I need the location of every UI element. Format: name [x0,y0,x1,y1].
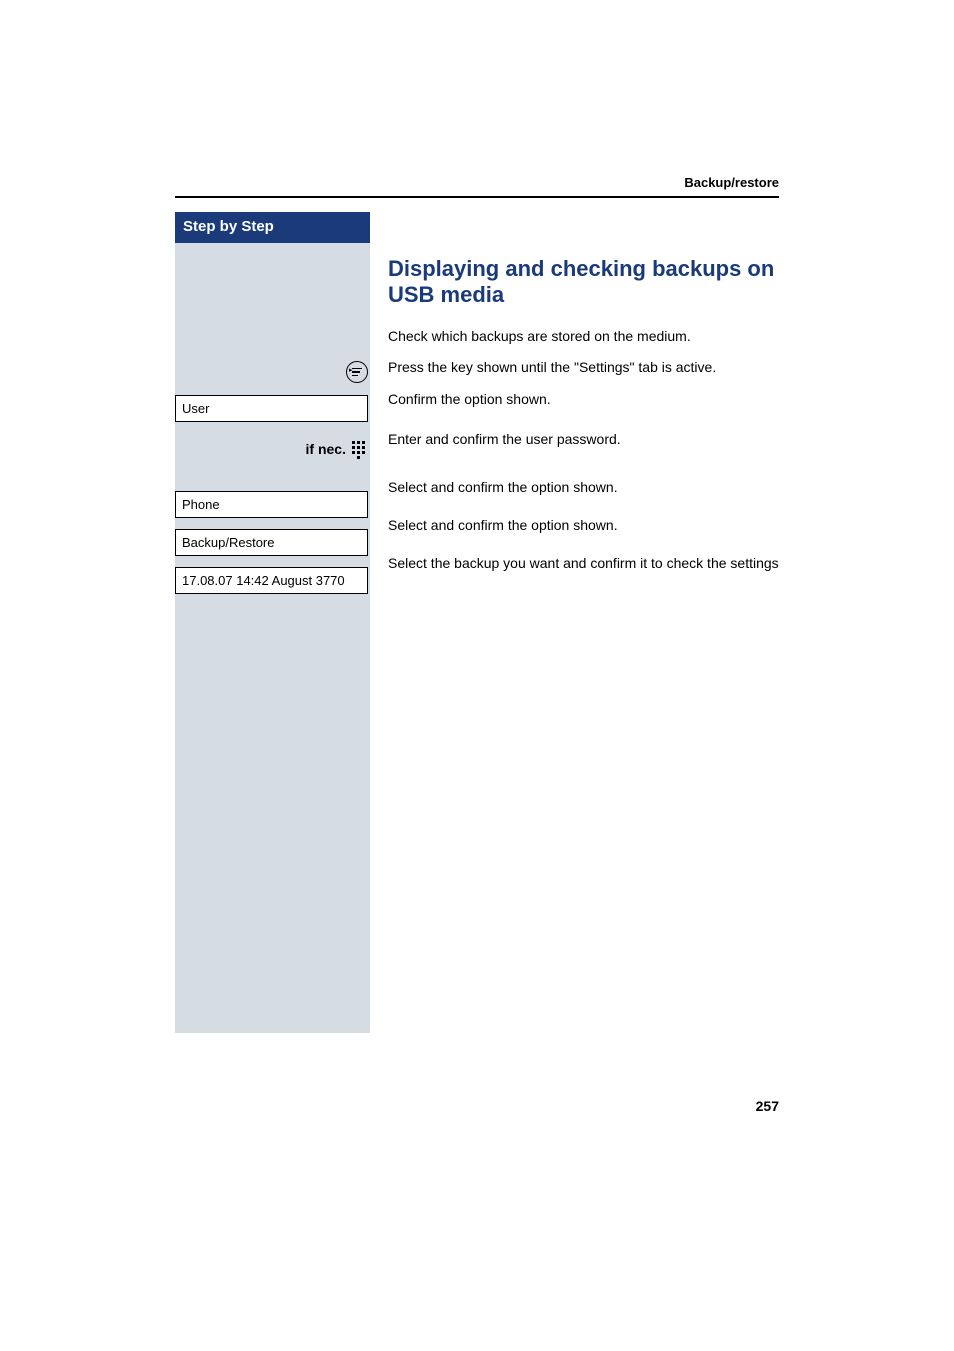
settings-key-icon: ▸ [346,361,368,383]
step-text-3: Select and confirm the option shown. [388,478,779,502]
intro-text: Check which backups are stored on the me… [388,327,779,347]
step-text-4: Select and confirm the option shown. [388,516,779,540]
sidebar-title: Step by Step [175,212,370,243]
option-box-user: User [175,395,368,422]
header-section-title: Backup/restore [175,175,779,196]
keypad-icon [352,441,368,457]
option-box-backup-restore: Backup/Restore [175,529,368,556]
step-text-2: Enter and confirm the user password. [388,430,779,454]
sidebar: Step by Step ▸ [175,212,370,1033]
step-left-user: User [175,395,370,423]
step-left-phone: Phone [175,491,370,519]
ifnec-label: if nec. [306,441,346,457]
step-left-ifnec: if nec. [175,441,370,469]
section-heading: Displaying and checking backups on USB m… [388,256,779,309]
header-rule [175,196,779,198]
sidebar-body: ▸ User [175,243,370,1033]
step-text-0: Press the key shown until the "Settings"… [388,358,779,382]
main-content: Displaying and checking backups on USB m… [370,212,779,574]
step-left-backup-restore: Backup/Restore [175,529,370,557]
step-text-5: Select the backup you want and confirm i… [388,554,779,574]
document-page: Backup/restore Step by Step ▸ [0,0,954,1033]
step-left-backup-entry: 17.08.07 14:42 August 3770 [175,567,370,595]
page-number: 257 [756,1098,779,1114]
option-box-phone: Phone [175,491,368,518]
step-left-settings-key: ▸ [175,361,370,389]
option-box-backup-entry: 17.08.07 14:42 August 3770 [175,567,368,594]
step-text-1: Confirm the option shown. [388,390,779,414]
content-row: Step by Step ▸ [175,212,779,1033]
